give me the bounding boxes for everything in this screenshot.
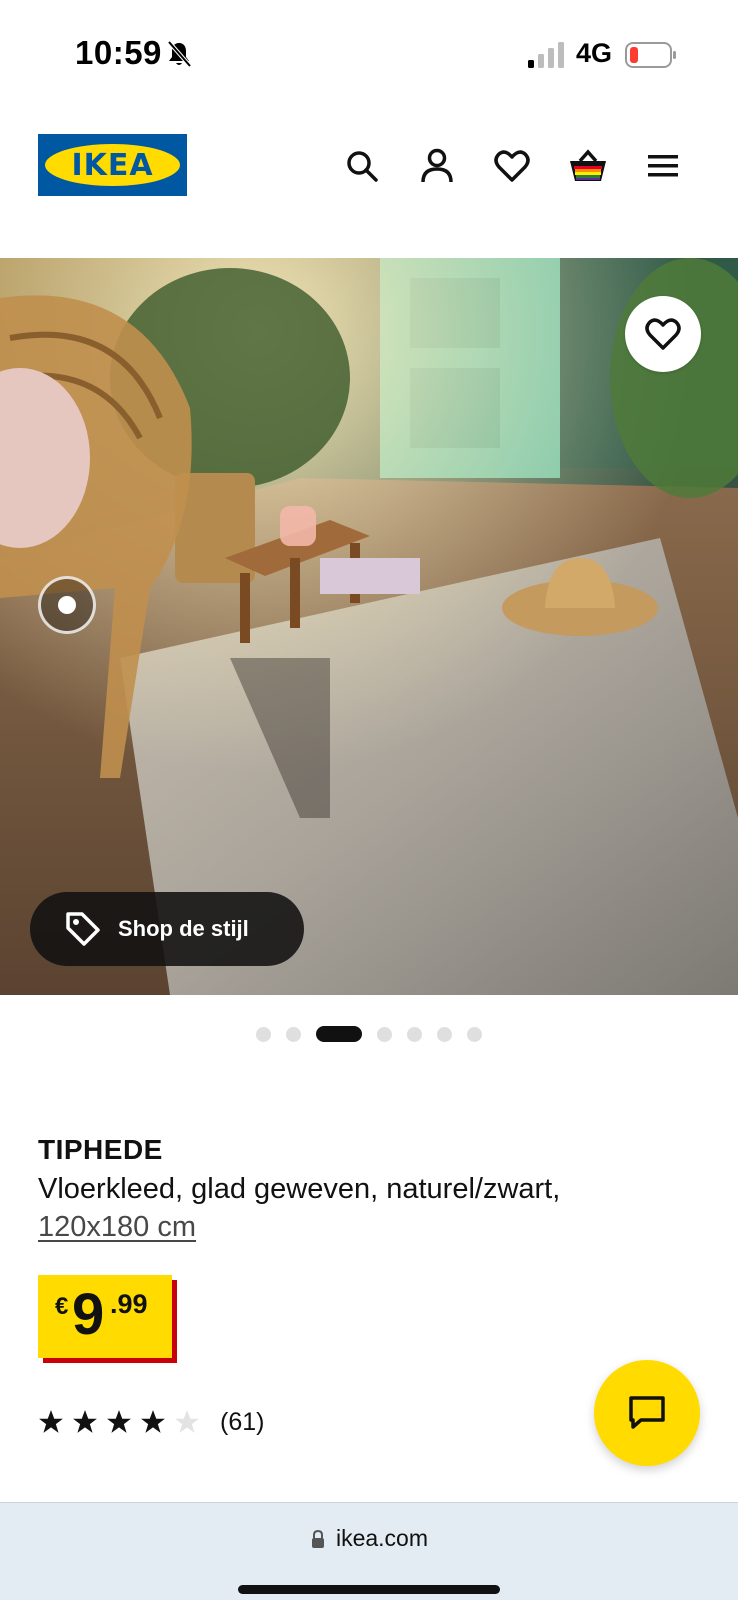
lock-icon	[311, 1529, 324, 1548]
product-name: TIPHEDE	[38, 1134, 163, 1165]
product-hotspot[interactable]	[38, 576, 96, 634]
carousel-dot[interactable]	[437, 1026, 452, 1042]
basket-button[interactable]	[566, 144, 610, 188]
basket-icon	[570, 149, 606, 181]
shop-the-look-button[interactable]: Shop de stijl	[30, 892, 304, 966]
product-description: Vloerkleed, glad geweven, naturel/zwart,	[38, 1173, 561, 1205]
price-decimal: .99	[110, 1289, 148, 1319]
bell-slash-icon	[167, 40, 192, 68]
image-favorite-button[interactable]	[625, 296, 701, 372]
heart-icon	[494, 150, 530, 182]
carousel-dot[interactable]	[377, 1026, 392, 1042]
chat-icon	[629, 1396, 665, 1429]
network-label: 4G	[576, 38, 613, 68]
product-rating[interactable]: (61)	[38, 1406, 264, 1438]
carousel-dot-active[interactable]	[316, 1026, 362, 1042]
site-header: IKEA	[0, 110, 738, 260]
price-integer: 9	[72, 1282, 104, 1347]
price-currency: €	[55, 1293, 69, 1320]
carousel-dot[interactable]	[256, 1026, 271, 1042]
shop-the-look-label: Shop de stijl	[118, 916, 249, 941]
product-photo	[0, 258, 738, 995]
search-button[interactable]	[340, 144, 384, 188]
price-tag: € 9 .99	[38, 1275, 177, 1363]
account-icon	[421, 148, 453, 183]
url-text[interactable]: ikea.com	[336, 1525, 428, 1552]
status-time: 10:59	[75, 34, 162, 71]
search-icon	[347, 151, 378, 182]
tag-icon	[66, 912, 100, 946]
menu-button[interactable]	[641, 144, 685, 188]
star-filled-icon	[107, 1410, 131, 1433]
star-filled-icon	[39, 1410, 63, 1433]
carousel-dot[interactable]	[407, 1026, 422, 1042]
review-count: (61)	[220, 1407, 265, 1436]
signal-icon	[528, 42, 564, 68]
battery-low-icon	[625, 42, 676, 68]
chat-button[interactable]	[594, 1360, 700, 1466]
heart-icon	[645, 318, 681, 350]
account-button[interactable]	[415, 144, 459, 188]
carousel-dot[interactable]	[286, 1026, 301, 1042]
carousel-indicator	[256, 1026, 497, 1042]
product-size-link[interactable]: 120x180 cm	[38, 1208, 196, 1246]
status-bar: 10:59 4G	[0, 0, 738, 110]
browser-address-bar[interactable]: ikea.com	[0, 1502, 738, 1600]
wishlist-button[interactable]	[490, 144, 534, 188]
star-empty-icon	[175, 1410, 199, 1433]
star-filled-icon	[73, 1410, 97, 1433]
product-image[interactable]: Shop de stijl	[0, 258, 738, 995]
ikea-logo[interactable]: IKEA	[38, 134, 187, 196]
menu-icon	[648, 155, 678, 177]
star-filled-icon	[141, 1410, 165, 1433]
carousel-dot[interactable]	[467, 1026, 482, 1042]
home-indicator[interactable]	[238, 1585, 500, 1594]
